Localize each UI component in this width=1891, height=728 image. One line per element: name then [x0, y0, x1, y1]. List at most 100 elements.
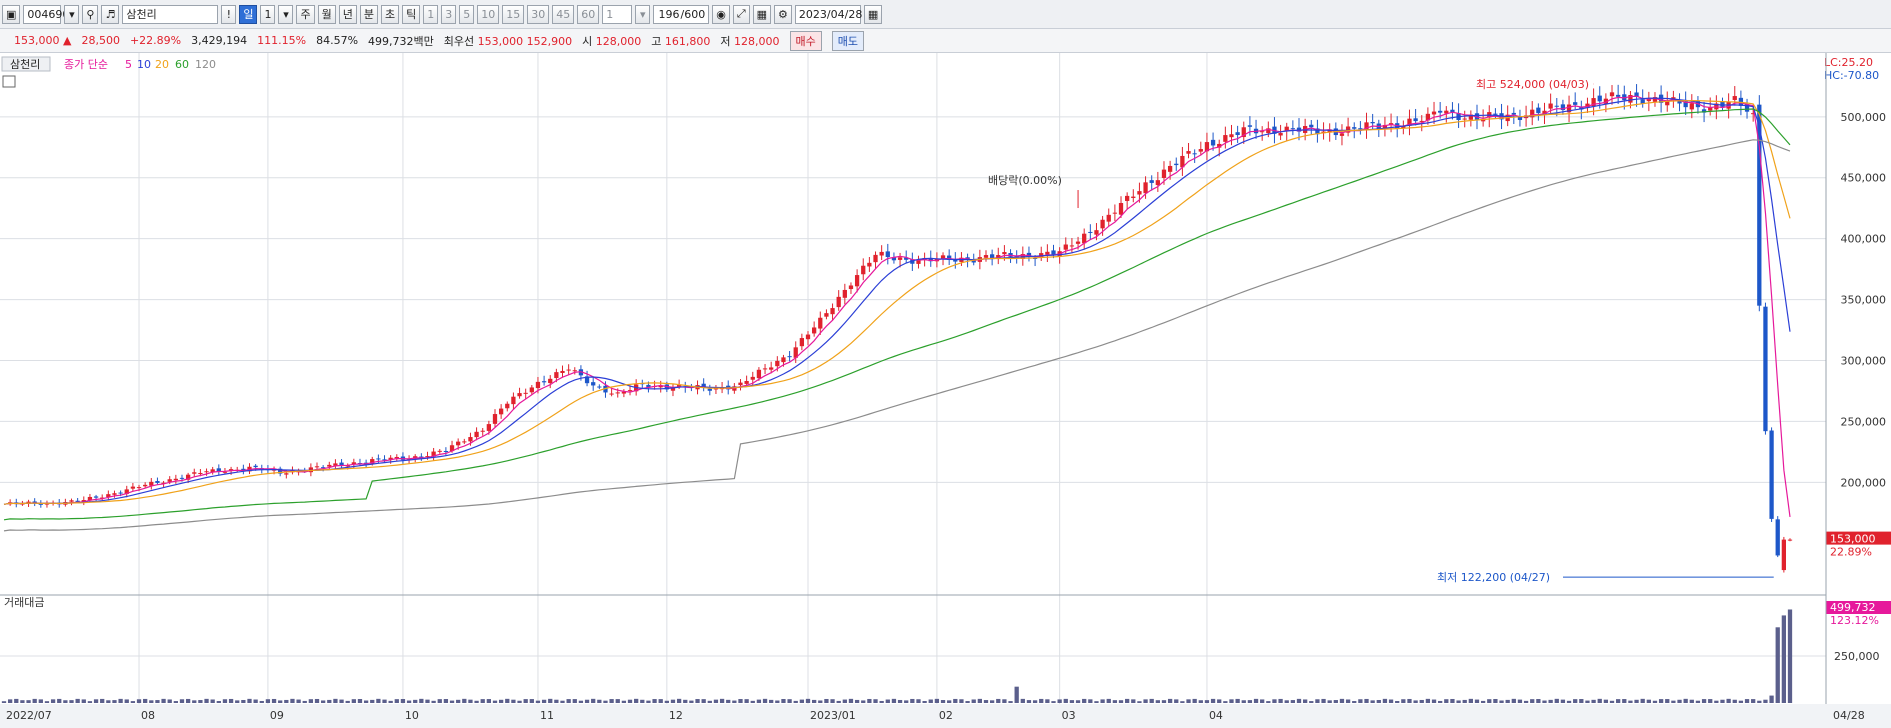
interval-button-1[interactable]: 1 — [423, 4, 439, 24]
volume-bar — [456, 699, 461, 703]
warning-mark-button[interactable]: ! — [221, 4, 237, 24]
sell-button[interactable]: 매도 — [831, 30, 865, 51]
candle-body — [511, 396, 516, 405]
data-count-field[interactable]: 196/600 — [653, 4, 710, 24]
candle-body — [1002, 252, 1007, 255]
volume-bar — [1272, 699, 1277, 703]
period-button-year[interactable]: 년 — [338, 4, 357, 24]
volume-bar — [1487, 699, 1492, 703]
crosshair-icon[interactable]: ⤢ — [732, 4, 750, 24]
chart-add-icon[interactable]: ◉ — [712, 4, 730, 24]
volume-bar — [1296, 698, 1302, 703]
volume-bar — [32, 698, 37, 703]
volume-bar — [719, 698, 725, 703]
candle-body — [989, 254, 995, 259]
volume-bar — [897, 699, 903, 703]
volume-bar — [308, 699, 314, 703]
volume-bar — [529, 699, 534, 703]
volume-bar — [1781, 615, 1787, 703]
period-button-day[interactable]: 일 — [239, 4, 258, 24]
period-button-tick[interactable]: 틱 — [402, 4, 421, 24]
volume-bar — [1327, 700, 1332, 703]
interval-button-10[interactable]: 10 — [477, 4, 500, 24]
volume-bar — [1542, 700, 1547, 703]
code-dropdown-icon[interactable]: ▾ — [64, 4, 80, 24]
volume-bar — [1223, 701, 1228, 703]
volume-bar — [486, 699, 491, 703]
data-count-max: /600 — [680, 7, 706, 21]
interval-button-15[interactable]: 15 — [502, 4, 525, 24]
volume-bar — [1609, 700, 1615, 703]
legend-ma5: 5 — [125, 58, 132, 71]
annotation-dividend-label: 배당락(0.00%) — [988, 174, 1062, 187]
candle-body — [1769, 430, 1774, 519]
stock-code-input[interactable]: 004690 — [23, 4, 69, 24]
candle-body — [769, 367, 774, 370]
volume-bar — [879, 700, 884, 703]
period-dropdown-icon[interactable]: ▾ — [278, 4, 294, 24]
volume-bar — [1689, 699, 1694, 703]
period-button-second[interactable]: 초 — [380, 4, 400, 24]
volume-bar — [492, 700, 498, 703]
volume-bar — [1039, 698, 1044, 703]
volume-bar — [885, 699, 890, 703]
volume-bar — [1235, 698, 1240, 703]
stock-name-field[interactable]: 삼천리 — [122, 4, 219, 24]
interval-button-3[interactable]: 3 — [441, 4, 457, 24]
buy-button[interactable]: 매수 — [789, 30, 822, 51]
volume-bar — [63, 700, 68, 703]
volume-bar — [983, 700, 989, 703]
date-input[interactable]: 2023/04/28 — [794, 4, 862, 24]
period-button-month[interactable]: 월 — [317, 4, 336, 24]
candle-body — [879, 251, 884, 256]
calendar-icon[interactable]: ▦ — [863, 4, 883, 24]
volume-bar — [1401, 699, 1406, 703]
interval-n-input[interactable]: 1 — [602, 4, 633, 24]
gear-icon[interactable]: ⚙ — [774, 4, 792, 24]
interval-n-dropdown-icon[interactable]: ▾ — [635, 4, 651, 24]
search-icon[interactable]: ⚲ — [82, 4, 99, 24]
table-toggle-icon[interactable] — [2, 75, 16, 88]
volume-bar — [449, 700, 455, 703]
volume-bar — [928, 699, 933, 703]
legend-ma10: 10 — [137, 58, 151, 71]
period-button-week[interactable]: 주 — [296, 4, 315, 24]
candle-body — [781, 357, 786, 363]
trade-amount: 499,732백만 — [368, 34, 434, 48]
volume-bar — [1198, 700, 1203, 703]
save-icon[interactable]: ▦ — [752, 4, 772, 24]
volume-bar — [136, 699, 142, 703]
volume-bar — [854, 699, 860, 703]
volume-bar — [505, 698, 510, 703]
interval-button-45[interactable]: 45 — [552, 4, 575, 24]
volume-bar — [1069, 700, 1075, 703]
volume-bar — [523, 699, 528, 703]
volume-bar — [198, 700, 203, 703]
menu-icon[interactable]: ▣ — [2, 4, 21, 24]
volume-bar — [278, 700, 283, 703]
candle-body — [787, 356, 792, 358]
price-chart[interactable]: 삼천리 종가 단순 5 10 20 60 120 LC:25.20 HC:-70… — [0, 53, 1891, 728]
interval-button-5[interactable]: 5 — [459, 4, 475, 24]
period-button-minute[interactable]: 분 — [359, 4, 378, 24]
volume-bar — [805, 698, 811, 703]
candle-body — [560, 370, 565, 373]
volume-bar — [750, 700, 755, 703]
volume-tick-250000: 250,000 — [1834, 650, 1880, 663]
volume-bar — [1382, 698, 1388, 703]
volume-bar — [756, 699, 762, 703]
volume-bar — [413, 699, 418, 703]
interval-button-60[interactable]: 60 — [577, 4, 600, 24]
volume-bar — [1075, 700, 1081, 703]
candle-body — [1223, 135, 1228, 142]
volume-bar — [658, 699, 663, 703]
price-change: 28,500 — [81, 34, 120, 47]
volume-bar — [640, 699, 645, 703]
speaker-icon[interactable]: ♬ — [101, 4, 120, 24]
period-button-multiplier[interactable]: 1 — [260, 4, 276, 24]
interval-button-30[interactable]: 30 — [527, 4, 550, 24]
volume-bar — [1720, 699, 1725, 703]
volume-bar — [204, 698, 209, 703]
candle-body — [873, 254, 878, 263]
candle-body — [1597, 95, 1602, 102]
